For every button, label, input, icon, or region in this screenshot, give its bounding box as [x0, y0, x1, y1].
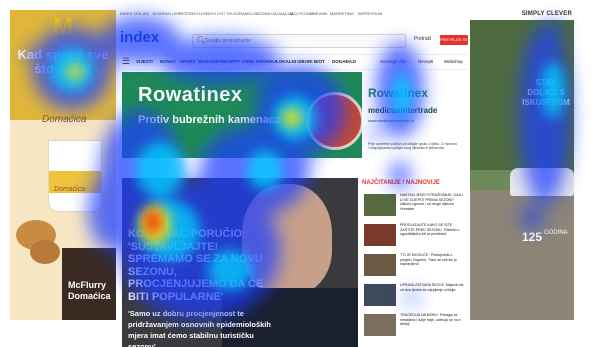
- right-banner-ad[interactable]: STAV DOLAZI S ISKUSTVOM 125 GODINA: [470, 20, 574, 320]
- ad-brand-name: Rowatinex: [138, 84, 243, 106]
- news-thumbnail: [364, 284, 396, 306]
- top-navigation: INDEX OGLASI JUTARNJI LIST VEČERNJI LIST…: [118, 10, 468, 20]
- topnav-link[interactable]: JUTARNJI LIST: [152, 11, 180, 16]
- site-logo[interactable]: index: [120, 30, 180, 46]
- topnav-link[interactable]: DNEVNIK: [310, 11, 328, 16]
- topnav-link[interactable]: NOVI LIST: [206, 11, 225, 16]
- news-thumbnail: [364, 314, 396, 336]
- topnav-link[interactable]: INDEX: [120, 11, 132, 16]
- nav-item[interactable]: MAGAZIN: [198, 59, 219, 64]
- nav-item[interactable]: RECEPTI: [220, 59, 240, 64]
- anniversary-number: 125: [522, 230, 543, 244]
- ad-disclaimer: Prije upotrebe pažljivo pročitajte uputu…: [368, 142, 457, 150]
- news-title: NASTAVLJENO ISTRAŽIVANJE: DAJU LI SE CIJ…: [400, 193, 463, 211]
- nav-item[interactable]: SPORT: [180, 59, 196, 64]
- nav-item[interactable]: NOVAC: [160, 59, 176, 64]
- lead-subheadline: 'Samo uz dobru procjenjenost te pridržav…: [128, 309, 271, 347]
- menu-icon[interactable]: ☰: [122, 56, 130, 67]
- topnav-link[interactable]: SLOBODNA DALMACIJA: [248, 11, 294, 16]
- search-input[interactable]: [205, 35, 395, 47]
- ad-website: www.medicusintertrade.hr: [368, 118, 415, 123]
- topnav-link[interactable]: MARKETING: [330, 11, 354, 16]
- news-title: 'TO JE MOGUĆE'. Predsjednik u posjetu Za…: [400, 253, 458, 266]
- ad-script-label: Domaćica: [42, 114, 87, 125]
- news-website: INDEX OGLASI JUTARNJI LIST VEČERNJI LIST…: [118, 10, 468, 347]
- ad-headline: Kad spojiš sve što voliš!: [17, 47, 109, 76]
- news-title: PROGLEDAJTE KAKO SE SITE ZAŠTITE PRED SE…: [400, 223, 460, 236]
- news-thumbnail: [364, 224, 396, 246]
- ad-headline: STAV DOLAZI S ISKUSTVOM: [522, 78, 570, 107]
- list-item[interactable]: NASTAVLJENO ISTRAŽIVANJE: DAJU LI SE CIJ…: [362, 192, 466, 220]
- nav-item[interactable]: BIOT: [314, 59, 325, 64]
- nav-right-link[interactable]: Webshop: [444, 59, 463, 64]
- mcdonalds-logo-icon: M: [53, 13, 73, 40]
- ad-tagline: Protiv bubrežnih kamenaca: [138, 114, 282, 126]
- nav-right-link[interactable]: Saznajte više: [380, 59, 407, 64]
- ad-company: medicusintertrade: [368, 106, 438, 115]
- news-list: NAJČITANIJE / NAJNOVIJE NASTAVLJENO ISTR…: [362, 180, 466, 347]
- dessert-cup-image: [48, 140, 102, 212]
- product-name: McFlurry Domaćica: [68, 280, 111, 301]
- list-item[interactable]: 'TO JE MOGUĆE'. Predsjednik u posjetu Za…: [362, 252, 466, 280]
- ad-brand-secondary: Rowatinex: [368, 86, 429, 100]
- cup-brand-label: Domaćica: [54, 186, 86, 193]
- topnav-link[interactable]: TELEGRAM: [226, 11, 248, 16]
- left-banner-ad[interactable]: M Kad spojiš sve što voliš! Domaćica Dom…: [10, 10, 116, 320]
- nav-right-link[interactable]: Recepti: [418, 59, 433, 64]
- anniversary-label: GODINA: [544, 230, 568, 236]
- ad-road-image: [470, 190, 574, 320]
- topnav-link[interactable]: IMPRESSUM: [358, 11, 382, 16]
- search-bar[interactable]: 🔍︎: [192, 34, 406, 48]
- topnav-link[interactable]: OGLASI: [134, 11, 149, 16]
- list-item[interactable]: UPRAVA ZATVARA ŠKOLE. Najavili rok od dv…: [362, 282, 466, 310]
- nav-item[interactable]: LOKALNI IZBORI: [276, 59, 313, 64]
- news-thumbnail: [364, 194, 396, 216]
- car-image: [510, 168, 574, 196]
- list-item[interactable]: TRAGEDIJA NA MORU: Potraga za nestalima …: [362, 312, 466, 340]
- news-list-heading[interactable]: NAJČITANIJE / NAJNOVIJE: [362, 180, 440, 186]
- list-item[interactable]: PROGLEDAJTE KAKO SE SITE ZAŠTITE PRED SE…: [362, 222, 466, 250]
- subscribe-button[interactable]: PRETPLATI SE: [440, 35, 468, 45]
- product-photo: [306, 92, 364, 150]
- nav-item[interactable]: VIJESTI: [136, 59, 153, 64]
- topnav-link[interactable]: VEČERNJI LIST: [178, 11, 207, 16]
- news-title: UPRAVA ZATVARA ŠKOLE. Najavili rok od dv…: [400, 283, 464, 292]
- news-title: TRAGEDIJA NA MORU: Potraga za nestalima …: [400, 313, 461, 326]
- news-thumbnail: [364, 254, 396, 276]
- brand-tagline: SIMPLY CLEVER: [521, 11, 572, 17]
- main-navigation: ☰ VIJESTI NOVAC SPORT MAGAZIN RECEPTI CR…: [118, 54, 468, 70]
- lead-headline[interactable]: KOZLEVAC PORUČIO: 'SUSTAVLJAJTE! SPREMAM…: [128, 228, 268, 303]
- search-submit-link[interactable]: Pretraži: [414, 36, 431, 42]
- lead-story[interactable]: KOZLEVAC PORUČIO: 'SUSTAVLJAJTE! SPREMAM…: [122, 178, 358, 347]
- nav-item[interactable]: CRNA KRONIKA: [242, 59, 277, 64]
- leaderboard-ad[interactable]: Rowatinex Protiv bubrežnih kamenaca Rowa…: [122, 72, 462, 158]
- cookie-image: [30, 240, 60, 264]
- nav-item[interactable]: DOGAĐAJI: [332, 59, 356, 64]
